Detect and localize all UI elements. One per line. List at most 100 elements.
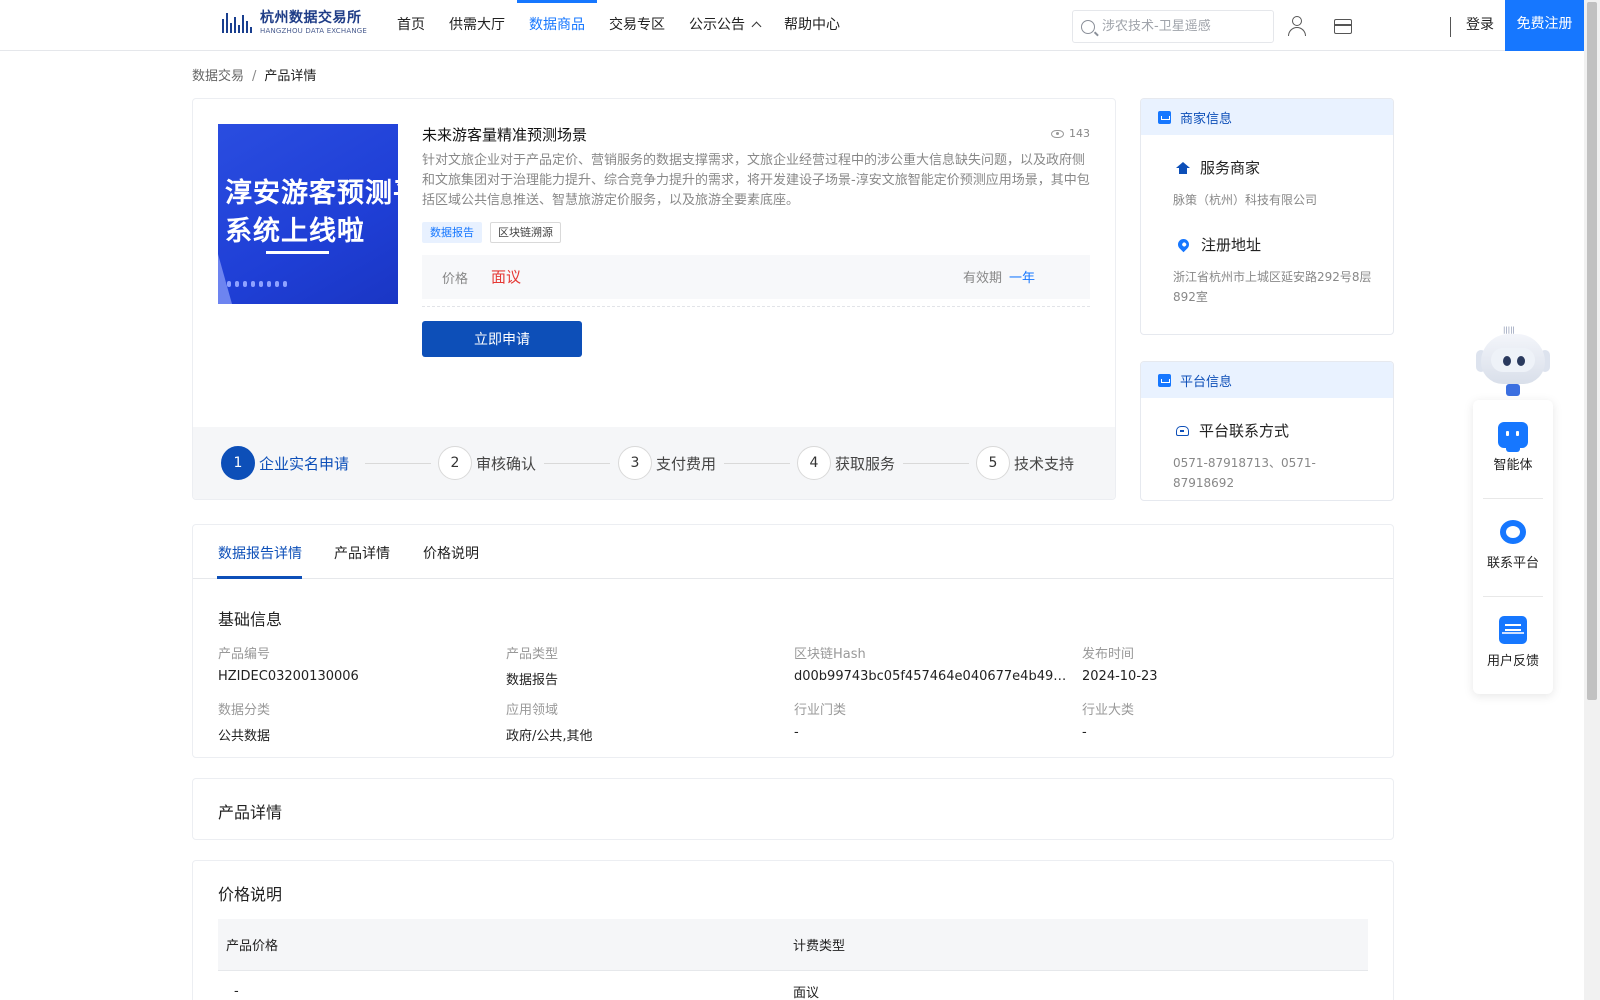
price-row: 价格 面议 有效期 一年 bbox=[422, 255, 1090, 299]
tab-report-details[interactable]: 数据报告详情 bbox=[218, 543, 302, 563]
info-value: HZIDEC03200130006 bbox=[218, 669, 359, 684]
tab-product-details[interactable]: 产品详情 bbox=[334, 543, 390, 563]
nav-supply-demand[interactable]: 供需大厅 bbox=[437, 0, 517, 50]
breadcrumb-separator: / bbox=[252, 69, 257, 84]
user-icon[interactable] bbox=[1286, 15, 1308, 37]
info-label: 区块链Hash bbox=[794, 647, 866, 662]
info-value: - bbox=[794, 725, 799, 740]
breadcrumb: 数据交易 / 产品详情 bbox=[192, 65, 316, 84]
registered-address-title: 注册地址 bbox=[1175, 234, 1393, 255]
header-divider bbox=[1450, 17, 1451, 37]
info-label: 数据分类 bbox=[218, 703, 271, 718]
logo-icon bbox=[220, 11, 256, 35]
search-icon bbox=[1081, 19, 1095, 34]
divider bbox=[422, 306, 1090, 307]
product-cover-image: 淳安游客预测平台 系统上线啦 bbox=[218, 124, 398, 304]
info-value: - bbox=[1082, 725, 1087, 740]
registered-address-value: 浙江省杭州市上城区延安路292号8层892室 bbox=[1173, 270, 1372, 304]
floating-toolbar: 智能体 联系平台 用户反馈 bbox=[1473, 400, 1553, 694]
robot-icon bbox=[1498, 422, 1528, 452]
store-badge-icon bbox=[1158, 110, 1171, 124]
product-description: 针对文旅企业对于产品定价、营销服务的数据支撑需求，文旅企业经营过程中的涉公重大信… bbox=[422, 153, 1090, 208]
smart-agent-label: 智能体 bbox=[1493, 458, 1533, 473]
info-value: 公共数据 bbox=[218, 729, 271, 744]
step-number: 4 bbox=[797, 446, 831, 480]
logo-text-cn: 杭州数据交易所 bbox=[260, 10, 362, 26]
search-input[interactable] bbox=[1102, 19, 1262, 34]
product-card: 淳安游客预测平台 系统上线啦 未来游客量精准预测场景 143 针对文旅企业对于产… bbox=[192, 98, 1116, 500]
page-scrollbar[interactable] bbox=[1584, 0, 1600, 1000]
register-button[interactable]: 免费注册 bbox=[1505, 0, 1584, 51]
info-industry-section: 行业门类 - bbox=[794, 699, 1074, 740]
logo[interactable]: 杭州数据交易所 HANGZHOU DATA EXCHANGE bbox=[220, 11, 367, 35]
smart-agent-button[interactable]: 智能体 bbox=[1473, 422, 1553, 473]
step-label: 支付费用 bbox=[656, 454, 717, 473]
step-label: 企业实名申请 bbox=[259, 454, 350, 473]
breadcrumb-current: 产品详情 bbox=[264, 69, 317, 84]
platform-contact-value: 0571-87918713、0571-87918692 bbox=[1173, 456, 1316, 490]
info-product-type: 产品类型 数据报告 bbox=[506, 643, 786, 688]
customer-service-icon bbox=[1498, 518, 1528, 546]
phone-icon bbox=[1176, 425, 1189, 436]
step-4: 4 获取服务 bbox=[797, 446, 895, 480]
validity-value: 一年 bbox=[1009, 271, 1036, 286]
step-label: 获取服务 bbox=[835, 454, 896, 473]
tag-blockchain: 区块链溯源 bbox=[490, 222, 561, 243]
top-header: 杭州数据交易所 HANGZHOU DATA EXCHANGE 首页 供需大厅 数… bbox=[0, 0, 1584, 51]
monitor-icon bbox=[1158, 373, 1171, 387]
info-label: 产品类型 bbox=[506, 647, 559, 662]
nav-help-center[interactable]: 帮助中心 bbox=[772, 0, 852, 50]
product-tags: 数据报告 区块链溯源 bbox=[422, 222, 561, 243]
service-merchant-value: 脉策（杭州）科技有限公司 bbox=[1173, 193, 1318, 207]
info-label: 行业大类 bbox=[1082, 703, 1135, 718]
nav-trade-zone[interactable]: 交易专区 bbox=[597, 0, 677, 50]
user-feedback-button[interactable]: 用户反馈 bbox=[1473, 616, 1553, 669]
scrollbar-thumb[interactable] bbox=[1587, 2, 1597, 700]
tab-price-description[interactable]: 价格说明 bbox=[423, 543, 479, 563]
price-table-header: 产品价格 计费类型 bbox=[218, 919, 1368, 971]
nav-announcements-label: 公示公告 bbox=[689, 17, 745, 33]
contact-platform-label: 联系平台 bbox=[1486, 556, 1539, 571]
step-number: 5 bbox=[976, 446, 1010, 480]
tag-data-report: 数据报告 bbox=[422, 222, 482, 243]
process-steps: 1 企业实名申请 2 审核确认 3 支付费用 4 获取服务 5 技术支持 bbox=[193, 427, 1115, 499]
location-pin-icon bbox=[1175, 236, 1192, 253]
service-merchant-label: 服务商家 bbox=[1200, 159, 1261, 177]
info-product-id: 产品编号 HZIDEC03200130006 bbox=[218, 643, 498, 684]
assistant-robot-icon[interactable]: ||||| bbox=[1473, 326, 1553, 402]
merchant-info-header: 商家信息 bbox=[1141, 99, 1393, 135]
price-table: 产品价格 计费类型 - 面议 bbox=[218, 919, 1368, 1000]
logo-text-en: HANGZHOU DATA EXCHANGE bbox=[260, 27, 368, 35]
cover-text-line1: 淳安游客预测平台 bbox=[225, 178, 398, 209]
info-publish-date: 发布时间 2024-10-23 bbox=[1082, 643, 1362, 684]
info-label: 行业门类 bbox=[794, 703, 847, 718]
apply-button[interactable]: 立即申请 bbox=[422, 321, 582, 357]
feedback-icon bbox=[1499, 616, 1527, 644]
step-3: 3 支付费用 bbox=[618, 446, 716, 480]
nav-announcements[interactable]: 公示公告 bbox=[677, 0, 772, 50]
home-icon bbox=[1176, 161, 1190, 174]
chevron-up-icon bbox=[751, 21, 762, 32]
nav-home[interactable]: 首页 bbox=[385, 0, 437, 50]
contact-platform-button[interactable]: 联系平台 bbox=[1473, 518, 1553, 571]
active-tab-indicator bbox=[217, 576, 302, 579]
login-link[interactable]: 登录 bbox=[1466, 0, 1494, 50]
nav-data-products[interactable]: 数据商品 bbox=[517, 0, 597, 50]
validity-label: 有效期 bbox=[963, 271, 1003, 286]
main-nav: 首页 供需大厅 数据商品 交易专区 公示公告 帮助中心 bbox=[385, 0, 852, 50]
column-header: 产品价格 bbox=[226, 939, 279, 954]
info-value: 政府/公共,其他 bbox=[506, 729, 593, 744]
step-number: 2 bbox=[438, 446, 472, 480]
merchant-info-card: 商家信息 服务商家 脉策（杭州）科技有限公司 注册地址 浙江省杭州市上城区延安路… bbox=[1140, 98, 1394, 335]
breadcrumb-parent[interactable]: 数据交易 bbox=[192, 69, 244, 84]
product-details-section: 产品详情 bbox=[192, 778, 1394, 840]
info-industry-division: 行业大类 - bbox=[1082, 699, 1362, 740]
product-title: 未来游客量精准预测场景 bbox=[422, 126, 588, 144]
step-label: 审核确认 bbox=[476, 454, 537, 473]
platform-info-card: 平台信息 平台联系方式 0571-87918713、0571-87918692 bbox=[1140, 361, 1394, 501]
info-label: 产品编号 bbox=[218, 647, 271, 662]
store-icon[interactable] bbox=[1332, 15, 1354, 37]
platform-info-header: 平台信息 bbox=[1141, 362, 1393, 398]
info-value: 数据报告 bbox=[506, 673, 559, 688]
platform-contact-title: 平台联系方式 bbox=[1176, 420, 1393, 441]
